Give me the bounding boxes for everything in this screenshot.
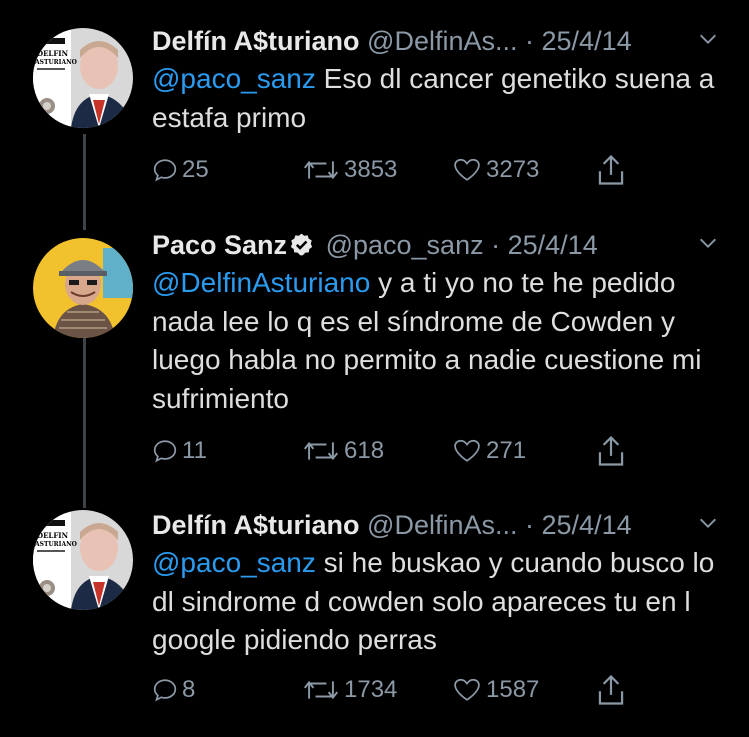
tweet-date[interactable]: 25/4/14 (508, 230, 598, 260)
avatar[interactable] (33, 238, 133, 338)
avatar-logo-text: ASTURIANO (34, 541, 77, 548)
display-name[interactable]: Paco Sanz (152, 230, 287, 260)
tweet-date[interactable]: 25/4/14 (542, 26, 632, 56)
avatar-delfin-image: DELFIN ASTURIANO (33, 510, 133, 610)
mention-link[interactable]: @DelfinAsturiano (152, 267, 370, 298)
tweet-text: @paco_sanz Eso dl cancer genetiko suena … (152, 60, 729, 137)
retweet-count: 618 (344, 437, 385, 464)
tweet-text: @DelfinAsturiano y a ti yo no te he pedi… (152, 264, 729, 418)
share-icon (598, 154, 624, 185)
display-name[interactable]: Delfín A$turiano (152, 510, 360, 540)
reply-icon (153, 159, 177, 182)
user-handle[interactable]: @DelfinAs... (367, 510, 517, 540)
mention-link[interactable]: @paco_sanz (152, 547, 316, 578)
share-icon (598, 435, 624, 466)
reply-button[interactable]: 11 (152, 431, 207, 471)
retweet-button[interactable]: 618 (302, 431, 384, 471)
tweet-header: Paco Sanz @paco_sanz · 25/4/14 (152, 228, 729, 262)
tweet[interactable]: DELFIN ASTURIANO Delfín A$turiano @Delfi… (0, 0, 749, 215)
avatar[interactable]: DELFIN ASTURIANO (33, 510, 133, 610)
reply-icon (153, 679, 177, 702)
share-button[interactable] (596, 670, 630, 710)
like-count: 1587 (486, 676, 540, 703)
tweet-header: Delfín A$turiano @DelfinAs... · 25/4/14 (152, 508, 729, 542)
user-handle[interactable]: @paco_sanz (326, 230, 484, 260)
tweet[interactable]: DELFIN ASTURIANO Delfín A$turiano @Delfi… (0, 495, 749, 737)
reply-button[interactable]: 25 (152, 150, 209, 190)
tweet-actions: 8 1734 1587 (152, 670, 729, 710)
heart-icon (454, 158, 480, 181)
mention-link[interactable]: @paco_sanz (152, 63, 316, 94)
like-button[interactable]: 271 (452, 431, 526, 471)
avatar-logo-text: DELFIN (37, 531, 69, 540)
separator-dot: · (525, 26, 534, 56)
like-count: 271 (486, 437, 527, 464)
avatar-logo-text: ASTURIANO (34, 59, 77, 66)
reply-count: 25 (182, 156, 209, 183)
retweet-button[interactable]: 1734 (302, 670, 397, 710)
reply-count: 11 (182, 437, 207, 464)
share-icon (598, 674, 624, 705)
avatar[interactable]: DELFIN ASTURIANO (33, 28, 133, 128)
retweet-icon (303, 160, 339, 180)
tweet-header: Delfín A$turiano @DelfinAs... · 25/4/14 (152, 24, 729, 58)
chevron-down-icon[interactable] (697, 28, 719, 50)
separator-dot: · (491, 230, 501, 260)
tweet[interactable]: Paco Sanz @paco_sanz · 25/4/14 @DelfinAs… (0, 215, 749, 495)
share-button[interactable] (596, 431, 630, 471)
reply-icon (153, 440, 177, 463)
tweet-actions: 25 3853 3273 (152, 150, 729, 190)
tweet-actions: 11 618 271 (152, 431, 729, 471)
like-button[interactable]: 3273 (452, 150, 539, 190)
avatar-delfin-image: DELFIN ASTURIANO (33, 28, 133, 128)
tweet-text: @paco_sanz si he buskao y cuando busco l… (152, 544, 729, 660)
share-button[interactable] (596, 150, 630, 190)
separator-dot: · (525, 510, 534, 540)
heart-icon (454, 439, 480, 462)
display-name[interactable]: Delfín A$turiano (152, 26, 360, 56)
user-handle[interactable]: @DelfinAs... (367, 26, 517, 56)
tweet-date[interactable]: 25/4/14 (542, 510, 632, 540)
retweet-icon (303, 441, 339, 461)
retweet-count: 3853 (344, 156, 398, 183)
reply-button[interactable]: 8 (152, 670, 195, 710)
reply-count: 8 (182, 676, 196, 703)
retweet-button[interactable]: 3853 (302, 150, 397, 190)
chevron-down-icon[interactable] (697, 232, 719, 254)
like-button[interactable]: 1587 (452, 670, 539, 710)
retweet-icon (303, 680, 339, 700)
chevron-down-icon[interactable] (697, 512, 719, 534)
avatar-paco-image (33, 238, 133, 338)
like-count: 3273 (486, 156, 540, 183)
retweet-count: 1734 (344, 676, 398, 703)
heart-icon (454, 678, 480, 701)
avatar-logo-text: DELFIN (37, 49, 69, 58)
verified-badge-icon (290, 233, 313, 256)
